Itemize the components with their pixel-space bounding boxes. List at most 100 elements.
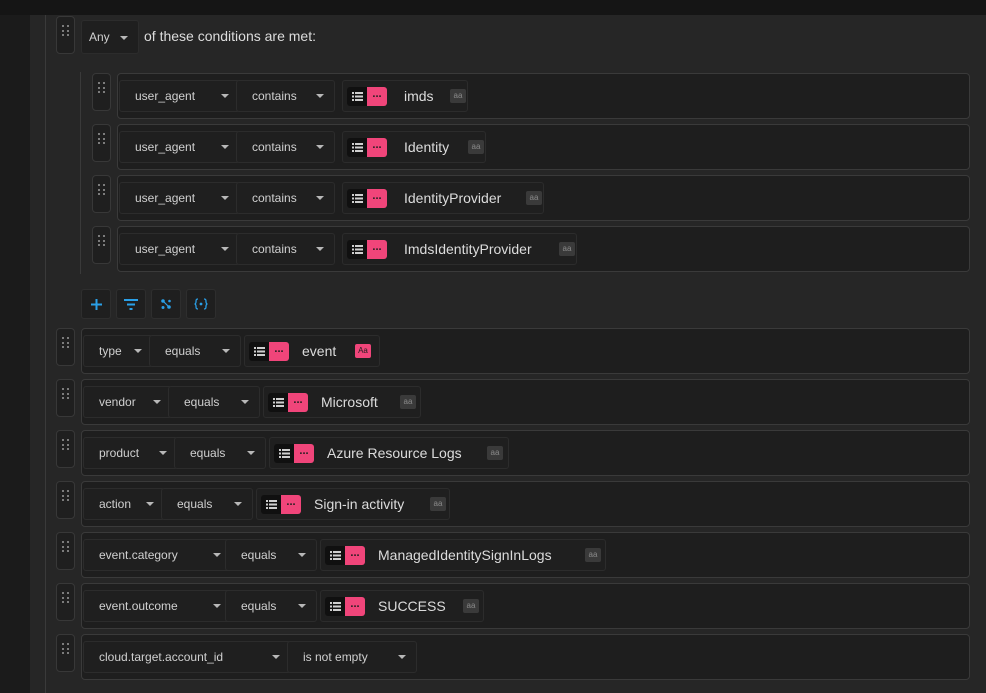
value-input[interactable]: ... IdentityProvider aa bbox=[342, 182, 544, 214]
group-guide-line bbox=[45, 15, 46, 693]
operator-select[interactable]: equals bbox=[174, 437, 266, 469]
operator-select[interactable]: equals bbox=[225, 539, 317, 571]
condition-drag-handle[interactable] bbox=[92, 175, 111, 213]
nested-condition-row: user_agent contains ... imds aa bbox=[117, 73, 970, 119]
operator-select[interactable]: contains bbox=[236, 233, 335, 265]
list-icon[interactable] bbox=[347, 240, 367, 259]
condition-drag-handle[interactable] bbox=[56, 481, 75, 519]
field-select[interactable]: event.category bbox=[83, 539, 232, 571]
field-select[interactable]: event.outcome bbox=[83, 590, 232, 622]
field-select[interactable]: cloud.target.account_id bbox=[83, 641, 291, 673]
condition-drag-handle[interactable] bbox=[92, 226, 111, 264]
more-icon[interactable]: ... bbox=[345, 546, 365, 565]
value-mode-toggle[interactable]: ... bbox=[268, 393, 308, 412]
value-input[interactable]: ... SUCCESS aa bbox=[320, 590, 484, 622]
more-icon[interactable]: ... bbox=[345, 597, 365, 616]
chevron-down-icon bbox=[221, 94, 229, 98]
list-icon[interactable] bbox=[347, 138, 367, 157]
operator-select[interactable]: equals bbox=[161, 488, 253, 520]
case-toggle-icon[interactable]: aa bbox=[585, 548, 601, 562]
case-toggle-icon[interactable]: aa bbox=[468, 140, 484, 154]
field-value: user_agent bbox=[135, 140, 196, 154]
value-input[interactable]: ... event Aa bbox=[244, 335, 380, 367]
nested-guide-line bbox=[80, 72, 81, 274]
chevron-down-icon bbox=[247, 451, 255, 455]
add-group-button[interactable] bbox=[151, 289, 181, 319]
field-select[interactable]: product bbox=[83, 437, 178, 469]
list-icon[interactable] bbox=[268, 393, 288, 412]
value-mode-toggle[interactable]: ... bbox=[325, 597, 365, 616]
case-toggle-icon[interactable]: aa bbox=[430, 497, 446, 511]
operator-select[interactable]: contains bbox=[236, 131, 335, 163]
case-toggle-icon[interactable]: Aa bbox=[355, 344, 371, 358]
list-icon[interactable] bbox=[347, 189, 367, 208]
field-select[interactable]: user_agent bbox=[119, 182, 240, 214]
field-select[interactable]: action bbox=[83, 488, 165, 520]
more-icon[interactable]: ... bbox=[281, 495, 301, 514]
value-input[interactable]: ... Microsoft aa bbox=[263, 386, 421, 418]
field-select[interactable]: type bbox=[83, 335, 153, 367]
field-select[interactable]: vendor bbox=[83, 386, 172, 418]
value-input[interactable]: ... Azure Resource Logs aa bbox=[269, 437, 509, 469]
condition-drag-handle[interactable] bbox=[56, 430, 75, 468]
value-mode-toggle[interactable]: ... bbox=[347, 87, 387, 106]
operator-select[interactable]: equals bbox=[168, 386, 260, 418]
value-mode-toggle[interactable]: ... bbox=[249, 342, 289, 361]
more-icon[interactable]: ... bbox=[367, 138, 387, 157]
condition-drag-handle[interactable] bbox=[56, 379, 75, 417]
add-condition-button[interactable] bbox=[81, 289, 111, 319]
case-toggle-icon[interactable]: aa bbox=[559, 242, 575, 256]
operator-select[interactable]: is not empty bbox=[287, 641, 417, 673]
value-mode-toggle[interactable]: ... bbox=[261, 495, 301, 514]
more-icon[interactable]: ... bbox=[269, 342, 289, 361]
field-select[interactable]: user_agent bbox=[119, 233, 240, 265]
chevron-down-icon bbox=[316, 145, 324, 149]
field-value: vendor bbox=[99, 395, 136, 409]
value-input[interactable]: ... Sign-in activity aa bbox=[256, 488, 450, 520]
chevron-down-icon bbox=[241, 400, 249, 404]
case-toggle-icon[interactable]: aa bbox=[463, 599, 479, 613]
value-input[interactable]: ... Identity aa bbox=[342, 131, 486, 163]
list-icon[interactable] bbox=[325, 597, 345, 616]
value-mode-toggle[interactable]: ... bbox=[347, 240, 387, 259]
list-icon[interactable] bbox=[261, 495, 281, 514]
value-input[interactable]: ... imds aa bbox=[342, 80, 468, 112]
list-icon[interactable] bbox=[347, 87, 367, 106]
value-text: SUCCESS bbox=[378, 598, 446, 614]
more-icon[interactable]: ... bbox=[288, 393, 308, 412]
group-drag-handle[interactable] bbox=[56, 16, 75, 54]
add-expression-button[interactable] bbox=[186, 289, 216, 319]
case-toggle-icon[interactable]: aa bbox=[526, 191, 542, 205]
value-mode-toggle[interactable]: ... bbox=[325, 546, 365, 565]
operator-select[interactable]: contains bbox=[236, 80, 335, 112]
field-select[interactable]: user_agent bbox=[119, 131, 240, 163]
list-icon[interactable] bbox=[274, 444, 294, 463]
case-toggle-icon[interactable]: aa bbox=[450, 89, 466, 103]
case-toggle-icon[interactable]: aa bbox=[400, 395, 416, 409]
operator-select[interactable]: equals bbox=[149, 335, 241, 367]
condition-drag-handle[interactable] bbox=[56, 532, 75, 570]
condition-drag-handle[interactable] bbox=[56, 328, 75, 366]
condition-drag-handle[interactable] bbox=[92, 124, 111, 162]
match-mode-select[interactable]: Any bbox=[81, 20, 139, 54]
value-input[interactable]: ... ImdsIdentityProvider aa bbox=[342, 233, 577, 265]
case-toggle-icon[interactable]: aa bbox=[487, 446, 503, 460]
field-select[interactable]: user_agent bbox=[119, 80, 240, 112]
add-filter-button[interactable] bbox=[116, 289, 146, 319]
value-mode-toggle[interactable]: ... bbox=[347, 138, 387, 157]
condition-drag-handle[interactable] bbox=[92, 73, 111, 111]
more-icon[interactable]: ... bbox=[367, 87, 387, 106]
operator-select[interactable]: contains bbox=[236, 182, 335, 214]
value-input[interactable]: ... ManagedIdentitySignInLogs aa bbox=[320, 539, 606, 571]
chevron-down-icon bbox=[222, 349, 230, 353]
more-icon[interactable]: ... bbox=[367, 240, 387, 259]
value-mode-toggle[interactable]: ... bbox=[274, 444, 314, 463]
operator-select[interactable]: equals bbox=[225, 590, 317, 622]
more-icon[interactable]: ... bbox=[294, 444, 314, 463]
condition-drag-handle[interactable] bbox=[56, 583, 75, 621]
value-mode-toggle[interactable]: ... bbox=[347, 189, 387, 208]
more-icon[interactable]: ... bbox=[367, 189, 387, 208]
condition-drag-handle[interactable] bbox=[56, 634, 75, 672]
list-icon[interactable] bbox=[325, 546, 345, 565]
list-icon[interactable] bbox=[249, 342, 269, 361]
